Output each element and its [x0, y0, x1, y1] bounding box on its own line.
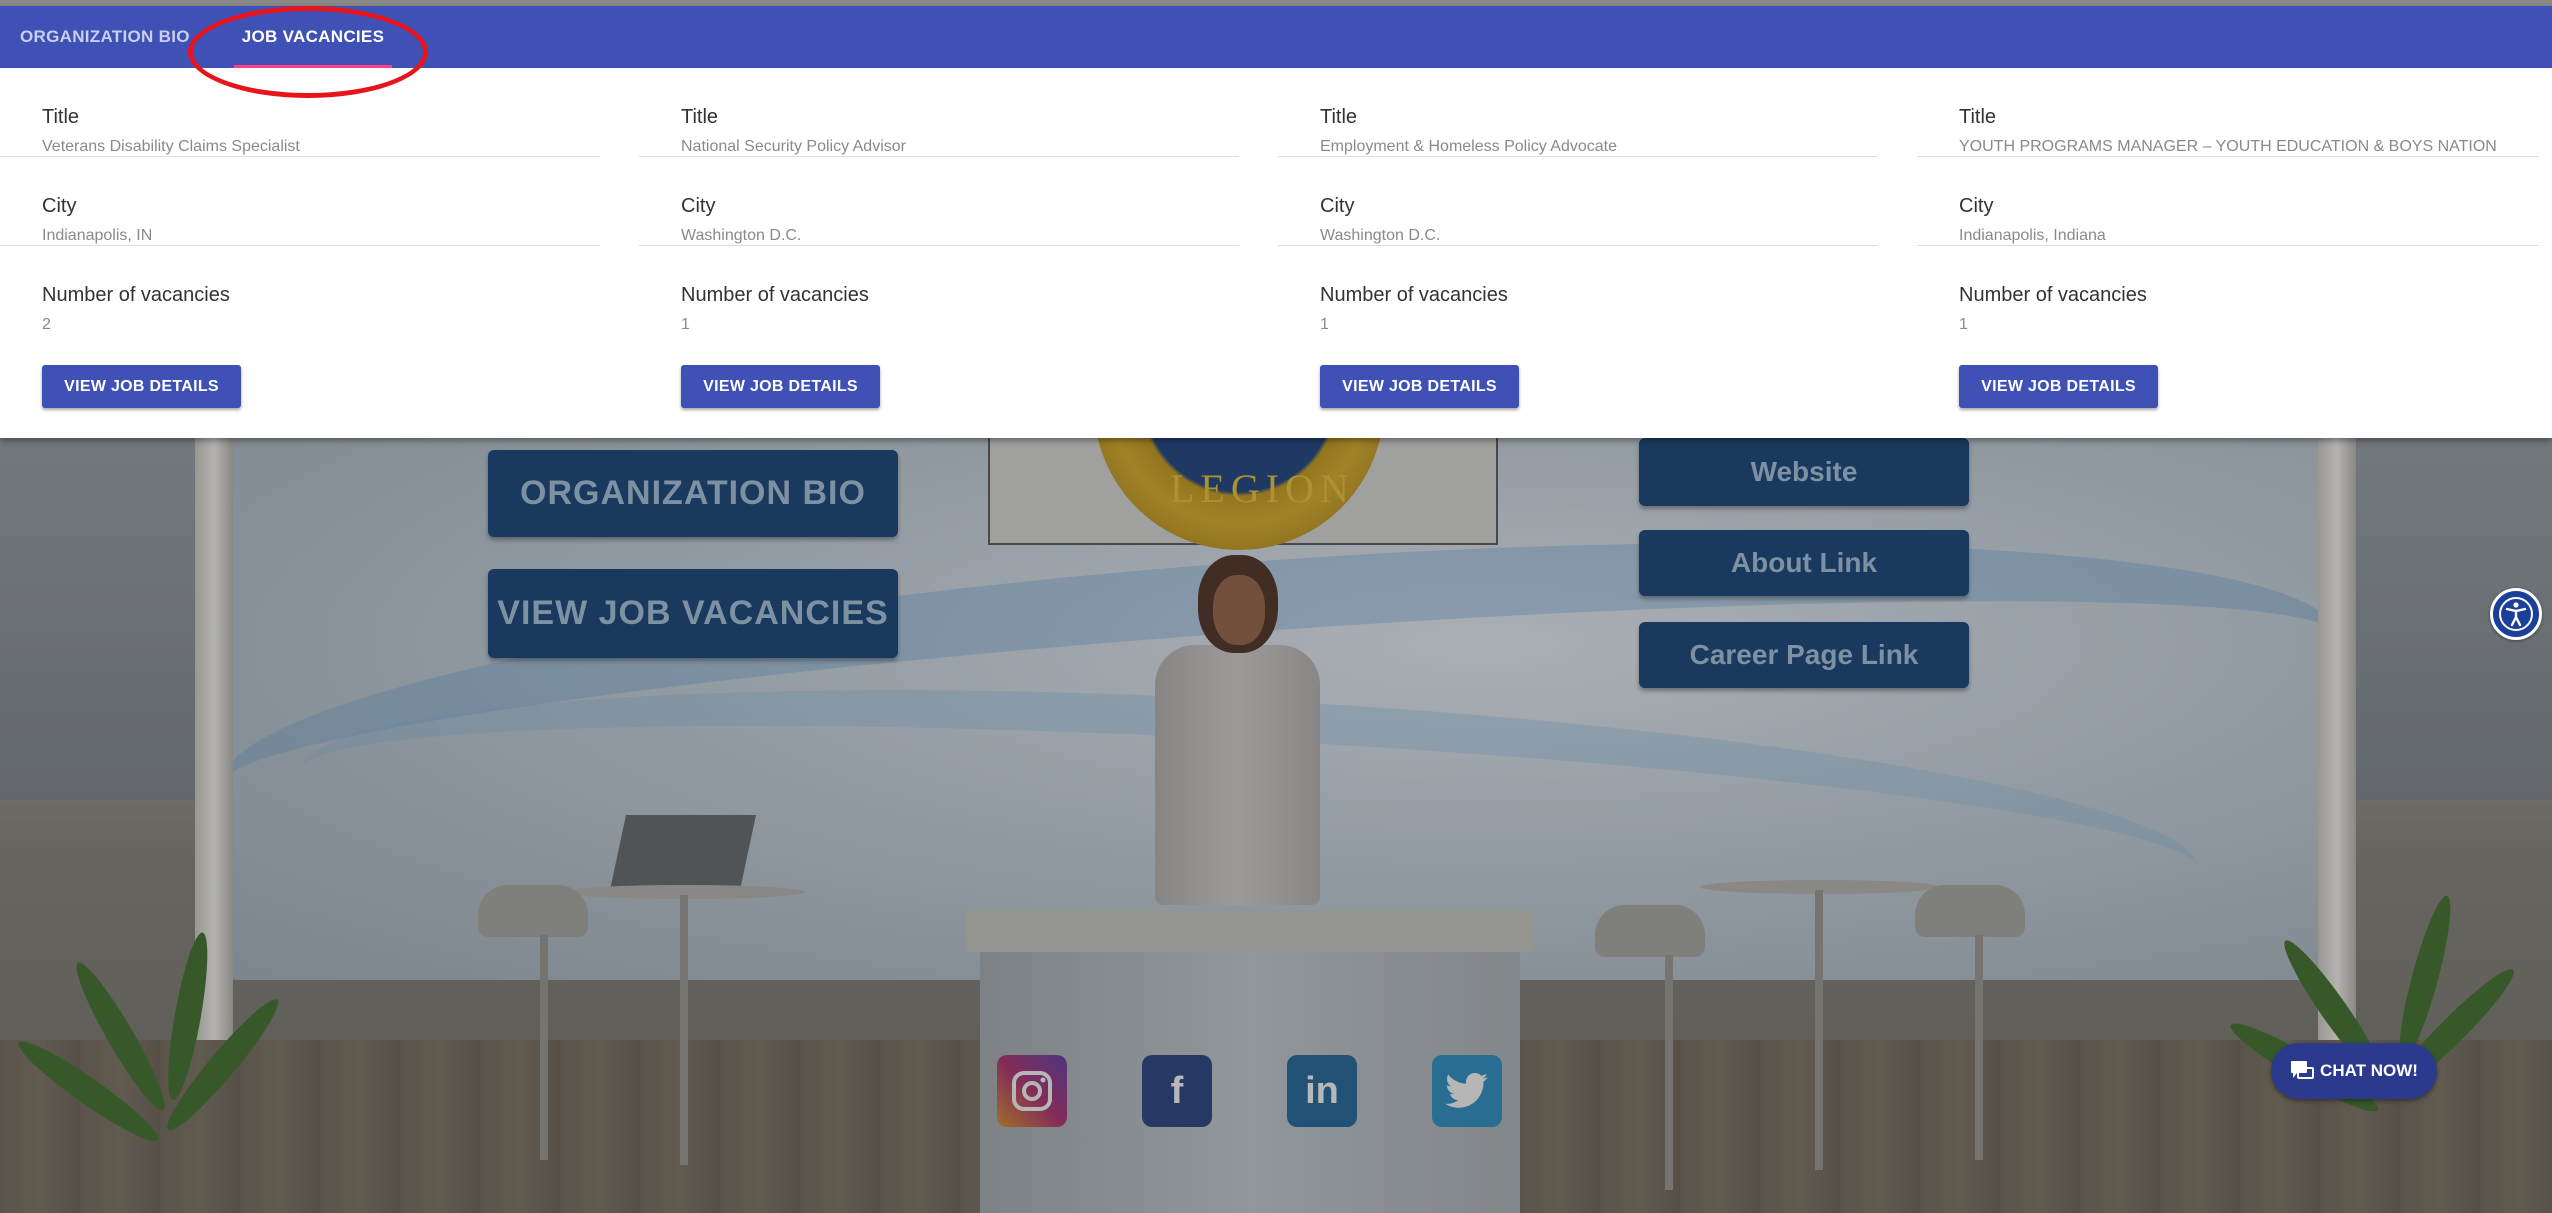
job-city-row: City Washington D.C. — [639, 157, 1239, 246]
title-label: Title — [1320, 106, 1358, 128]
title-label: Title — [1959, 106, 1997, 128]
title-label: Title — [681, 106, 719, 128]
job-vacancies-count: 1 — [681, 316, 690, 333]
view-job-details-button[interactable]: VIEW JOB DETAILS — [1320, 365, 1519, 408]
job-city: Washington D.C. — [681, 227, 802, 244]
job-vacancies-count: 2 — [42, 316, 51, 333]
job-card: Title Veterans Disability Claims Special… — [0, 68, 622, 438]
job-vacancies-count: 1 — [1320, 316, 1329, 333]
job-vacancies-row: Number of vacancies 1 — [639, 246, 1239, 335]
accessibility-icon — [2499, 597, 2533, 631]
job-title: YOUTH PROGRAMS MANAGER – YOUTH EDUCATION… — [1959, 138, 2497, 155]
chat-now-label: CHAT NOW! — [2320, 1061, 2418, 1080]
job-title: Employment & Homeless Policy Advocate — [1320, 138, 1618, 155]
job-city: Indianapolis, Indiana — [1959, 227, 2106, 244]
job-city-row: City Washington D.C. — [1278, 157, 1878, 246]
job-city: Indianapolis, IN — [42, 227, 153, 244]
job-card: Title Employment & Homeless Policy Advoc… — [1278, 68, 1900, 438]
tab-job-vacancies[interactable]: JOB VACANCIES — [233, 6, 393, 68]
panel-tab-bar: ORGANIZATION BIO JOB VACANCIES — [0, 6, 2552, 68]
view-job-details-button[interactable]: VIEW JOB DETAILS — [42, 365, 241, 408]
job-city-row: City Indianapolis, IN — [0, 157, 600, 246]
view-job-details-button[interactable]: VIEW JOB DETAILS — [1959, 365, 2158, 408]
job-vacancies-row: Number of vacancies 1 — [1278, 246, 1878, 335]
job-title-row: Title National Security Policy Advisor — [639, 68, 1239, 157]
job-vacancies-count: 1 — [1959, 316, 1968, 333]
vacancies-label: Number of vacancies — [1320, 284, 1508, 306]
job-vacancies-row: Number of vacancies 1 — [1917, 246, 2539, 335]
city-label: City — [42, 195, 77, 217]
job-city: Washington D.C. — [1320, 227, 1441, 244]
vacancies-label: Number of vacancies — [1959, 284, 2147, 306]
job-city-row: City Indianapolis, Indiana — [1917, 157, 2539, 246]
job-title-row: Title Veterans Disability Claims Special… — [0, 68, 600, 157]
job-vacancies-panel: ORGANIZATION BIO JOB VACANCIES Title Vet… — [0, 6, 2552, 438]
job-title-row: Title YOUTH PROGRAMS MANAGER – YOUTH EDU… — [1917, 68, 2539, 157]
city-label: City — [1320, 195, 1355, 217]
chat-icon — [2291, 1061, 2315, 1079]
job-title-row: Title Employment & Homeless Policy Advoc… — [1278, 68, 1878, 157]
vacancies-label: Number of vacancies — [681, 284, 869, 306]
job-vacancies-row: Number of vacancies 2 — [0, 246, 600, 335]
city-label: City — [681, 195, 716, 217]
chat-now-button[interactable]: CHAT NOW! — [2271, 1043, 2437, 1099]
city-label: City — [1959, 195, 1994, 217]
view-job-details-button[interactable]: VIEW JOB DETAILS — [681, 365, 880, 408]
job-cards: Title Veterans Disability Claims Special… — [0, 68, 2552, 438]
accessibility-button[interactable] — [2490, 588, 2542, 640]
tab-organization-bio[interactable]: ORGANIZATION BIO — [20, 6, 190, 68]
job-title: Veterans Disability Claims Specialist — [42, 138, 300, 155]
job-card: Title National Security Policy Advisor C… — [639, 68, 1261, 438]
job-title: National Security Policy Advisor — [681, 138, 906, 155]
job-card: Title YOUTH PROGRAMS MANAGER – YOUTH EDU… — [1917, 68, 2552, 438]
vacancies-label: Number of vacancies — [42, 284, 230, 306]
title-label: Title — [42, 106, 80, 128]
